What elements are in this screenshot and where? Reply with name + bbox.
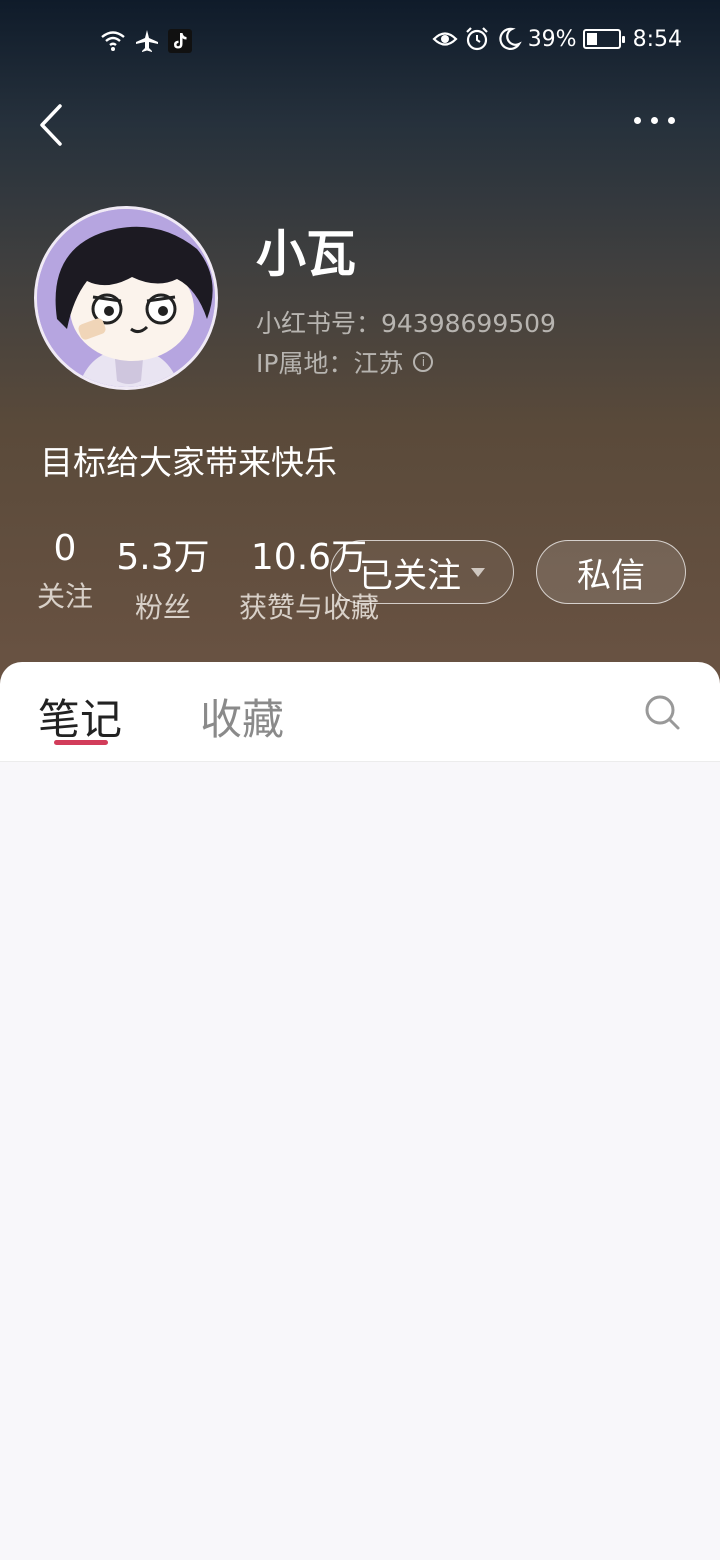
more-dot-icon [668, 116, 675, 124]
stat-fans[interactable]: 5.3万 粉丝 [116, 528, 210, 626]
caret-down-icon [471, 567, 485, 577]
status-bar-right: 39% 8:54 [432, 26, 682, 52]
airplane-icon [136, 30, 158, 52]
stat-following[interactable]: 0 关注 [34, 528, 96, 615]
status-bar-left [100, 28, 192, 54]
content-tabs: 笔记 收藏 [0, 662, 720, 762]
tab-collections[interactable]: 收藏 [200, 686, 284, 747]
alarm-icon [465, 27, 488, 51]
clock: 8:54 [632, 26, 682, 52]
red-id: 小红书号：94398699509 [256, 309, 556, 338]
tiktok-icon [168, 29, 192, 53]
message-button[interactable]: 私信 [536, 540, 686, 604]
tab-notes[interactable]: 笔记 [38, 686, 122, 747]
moon-icon [499, 27, 522, 50]
avatar[interactable] [34, 206, 218, 390]
ip-location-text: IP属地：江苏 [256, 349, 404, 378]
battery-icon [582, 29, 625, 49]
active-tab-indicator [54, 740, 108, 745]
follow-status-button[interactable]: 已关注 [330, 540, 514, 604]
battery-percentage: 39% [527, 26, 577, 52]
stat-fans-label: 粉丝 [134, 591, 191, 624]
stat-fans-value: 5.3万 [116, 537, 210, 578]
follow-status-label: 已关注 [359, 555, 461, 596]
back-button[interactable] [30, 100, 74, 150]
message-button-label: 私信 [577, 555, 645, 596]
more-dot-icon [634, 116, 641, 124]
more-options-button[interactable] [634, 110, 684, 130]
more-dot-icon [651, 116, 658, 124]
eye-icon [432, 32, 458, 46]
stat-following-label: 关注 [36, 580, 93, 613]
info-icon[interactable]: i [413, 352, 434, 372]
profile-bio: 目标给大家带来快乐 [40, 443, 337, 482]
stat-following-value: 0 [53, 528, 77, 569]
search-icon[interactable] [642, 692, 682, 732]
profile-name: 小瓦 [256, 225, 356, 283]
avatar-illustration [37, 209, 215, 387]
status-bar: 39% 8:54 [0, 22, 720, 62]
wifi-icon [101, 31, 125, 51]
ip-location: IP属地：江苏 i [256, 344, 434, 380]
notes-content-area [0, 763, 720, 1560]
